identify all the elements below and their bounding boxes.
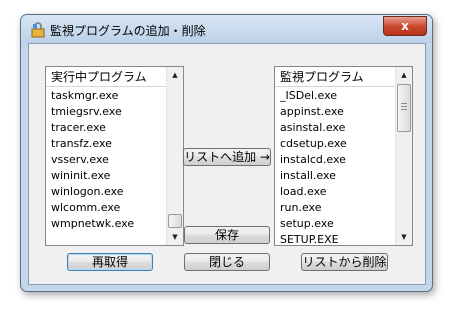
list-item[interactable]: wininit.exe	[46, 168, 166, 184]
client-area: 実行中プログラム taskmgr.exe tmiegsrv.exe tracer.e…	[28, 43, 426, 285]
window-title: 監視プログラムの追加・削除	[50, 24, 206, 38]
dialog-window: 監視プログラムの追加・削除 x 実行中プログラム taskmgr.exe tmie…	[20, 14, 433, 292]
list-item[interactable]: SETUP.EXE	[275, 232, 395, 245]
reacquire-button[interactable]: 再取得	[67, 253, 153, 271]
save-button[interactable]: 保存	[184, 226, 270, 244]
running-programs-list[interactable]: 実行中プログラム taskmgr.exe tmiegsrv.exe tracer.e…	[45, 66, 184, 246]
list-item[interactable]: transfz.exe	[46, 136, 166, 152]
monitor-programs-list[interactable]: 監視プログラム _ISDel.exe appinst.exe asinstal.ex…	[274, 66, 413, 246]
list-item[interactable]: load.exe	[275, 184, 395, 200]
scroll-thumb[interactable]	[168, 214, 182, 228]
scroll-down-arrow-icon[interactable]: ▼	[396, 229, 412, 245]
scroll-up-arrow-icon[interactable]: ▲	[396, 67, 412, 83]
list-item[interactable]: asinstal.exe	[275, 120, 395, 136]
list-item[interactable]: winlogon.exe	[46, 184, 166, 200]
list-item[interactable]: appinst.exe	[275, 104, 395, 120]
add-to-list-button[interactable]: リストへ追加 →	[183, 148, 271, 166]
scroll-down-arrow-icon[interactable]: ▼	[167, 229, 183, 245]
list-item[interactable]: instalcd.exe	[275, 152, 395, 168]
list-item[interactable]: setup.exe	[275, 216, 395, 232]
list-item[interactable]: install.exe	[275, 168, 395, 184]
remove-from-list-button[interactable]: リストから削除	[301, 253, 388, 271]
close-window-button[interactable]: x	[383, 16, 427, 36]
list-item[interactable]: wlcomm.exe	[46, 200, 166, 216]
title-bar[interactable]: 監視プログラムの追加・削除 x	[21, 15, 432, 43]
monitor-list-scrollbar[interactable]: ▲ ▼	[395, 67, 412, 245]
list-item[interactable]: tmiegsrv.exe	[46, 104, 166, 120]
monitor-programs-header: 監視プログラム	[275, 67, 396, 87]
list-item[interactable]: _ISDel.exe	[275, 88, 395, 104]
running-list-scrollbar[interactable]: ▲ ▼	[166, 67, 183, 245]
list-item[interactable]: tracer.exe	[46, 120, 166, 136]
running-programs-header: 実行中プログラム	[46, 67, 167, 87]
list-item[interactable]: run.exe	[275, 200, 395, 216]
list-item[interactable]: cdsetup.exe	[275, 136, 395, 152]
close-button[interactable]: 閉じる	[184, 253, 270, 271]
list-item[interactable]: taskmgr.exe	[46, 88, 166, 104]
scroll-up-arrow-icon[interactable]: ▲	[167, 67, 183, 83]
list-item[interactable]: wmpnetwk.exe	[46, 216, 166, 232]
list-item[interactable]: vsserv.exe	[46, 152, 166, 168]
scroll-thumb[interactable]	[397, 84, 411, 132]
app-icon	[31, 22, 45, 38]
